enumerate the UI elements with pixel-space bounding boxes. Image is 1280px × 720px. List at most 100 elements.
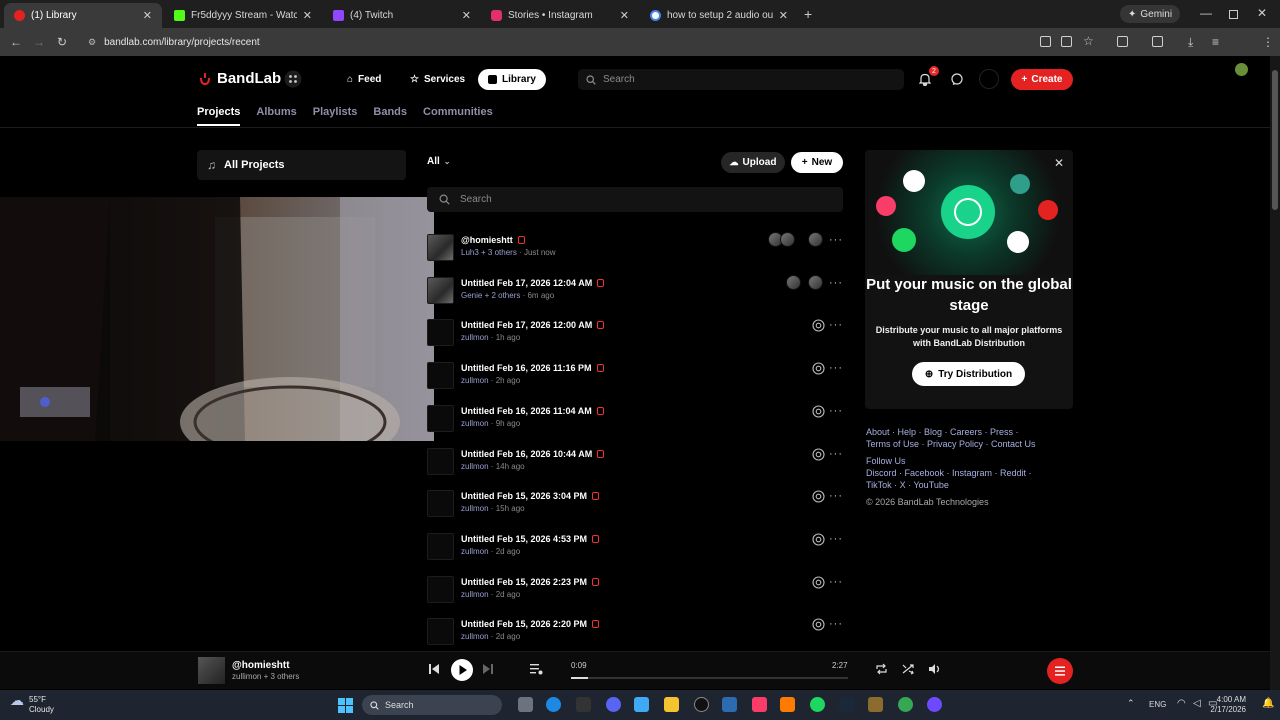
footer-line-social[interactable]: Discord · Facebook · Instagram · Reddit … bbox=[866, 467, 1076, 479]
user-avatar[interactable] bbox=[979, 69, 999, 89]
more-options-icon[interactable]: ··· bbox=[829, 405, 843, 417]
project-owner[interactable]: zullmon bbox=[461, 419, 489, 428]
notification-center-icon[interactable]: 🔔 bbox=[1262, 698, 1274, 709]
now-playing-artwork[interactable] bbox=[198, 657, 225, 684]
minimize-button[interactable]: — bbox=[1200, 6, 1212, 20]
nav-library[interactable]: Library bbox=[478, 69, 546, 90]
more-options-icon[interactable]: ··· bbox=[829, 618, 843, 630]
project-row[interactable]: Untitled Feb 17, 2026 12:00 AM zullmon · … bbox=[427, 319, 843, 355]
spotify-icon[interactable] bbox=[810, 697, 825, 712]
distribution-icon[interactable] bbox=[812, 533, 825, 546]
project-row[interactable]: Untitled Feb 16, 2026 11:04 AM zullmon · … bbox=[427, 404, 843, 441]
project-row[interactable]: Untitled Feb 15, 2026 4:53 PM zullmon · 2… bbox=[427, 532, 843, 569]
tab-albums[interactable]: Albums bbox=[256, 106, 296, 126]
browser-menu-icon[interactable]: ⋮ bbox=[1262, 35, 1274, 49]
messages-icon[interactable] bbox=[951, 73, 963, 85]
collaborator-avatar[interactable] bbox=[780, 232, 795, 247]
nav-feed[interactable]: ⌂ Feed bbox=[337, 69, 391, 90]
project-row[interactable]: Untitled Feb 16, 2026 10:44 AM zullmon · … bbox=[427, 447, 843, 484]
close-icon[interactable]: ✕ bbox=[1054, 156, 1064, 170]
project-row[interactable]: Untitled Feb 15, 2026 3:04 PM zullmon · 1… bbox=[427, 490, 843, 526]
project-owner[interactable]: zullmon bbox=[461, 590, 489, 599]
profile-avatar[interactable] bbox=[1235, 63, 1248, 76]
close-icon[interactable]: ✕ bbox=[303, 9, 312, 22]
extensions-icon[interactable] bbox=[1117, 36, 1128, 47]
distribution-icon[interactable] bbox=[812, 490, 825, 503]
project-title[interactable]: Untitled Feb 15, 2026 3:04 PM bbox=[461, 491, 587, 501]
tab-twitch[interactable]: (4) Twitch ✕ bbox=[323, 3, 481, 28]
tab-google-search[interactable]: how to setup 2 audio outputs w ✕ bbox=[640, 3, 798, 28]
windows-start-icon[interactable] bbox=[338, 698, 353, 713]
distribution-icon[interactable] bbox=[812, 576, 825, 589]
distribution-icon[interactable] bbox=[812, 618, 825, 631]
download-icon[interactable]: ⤓ bbox=[1188, 35, 1193, 50]
progress-track[interactable] bbox=[571, 677, 848, 679]
taskbar-search[interactable]: Search bbox=[362, 695, 502, 715]
collaborator-avatar[interactable] bbox=[786, 274, 801, 290]
media-controls-icon[interactable]: ≡ bbox=[1212, 35, 1219, 49]
project-row[interactable]: Untitled Feb 17, 2026 12:04 AM Genie + 2 … bbox=[427, 274, 843, 313]
project-owner[interactable]: Genie + 2 others bbox=[461, 291, 520, 300]
project-row[interactable]: Untitled Feb 16, 2026 11:16 PM zullmon · … bbox=[427, 362, 843, 398]
reload-icon[interactable]: ↻ bbox=[57, 35, 67, 49]
project-thumbnail[interactable] bbox=[427, 362, 454, 390]
wifi-icon[interactable]: ◠ bbox=[1177, 698, 1186, 709]
player-menu-button[interactable] bbox=[1047, 658, 1073, 684]
project-owner[interactable]: zullmon bbox=[461, 632, 489, 641]
distribution-icon[interactable] bbox=[812, 447, 825, 461]
tab-kick-stream[interactable]: Fr5ddyyy Stream - Watch Live o ✕ bbox=[164, 3, 322, 28]
tray-chevron-up-icon[interactable]: ⌃ bbox=[1127, 698, 1135, 709]
steam-icon[interactable] bbox=[839, 697, 854, 712]
project-thumbnail[interactable] bbox=[427, 404, 454, 432]
tab-projects[interactable]: Projects bbox=[197, 106, 241, 126]
soundcloud-icon[interactable] bbox=[780, 697, 795, 712]
nav-services[interactable]: ☆ Services bbox=[400, 69, 475, 90]
play-button[interactable] bbox=[451, 659, 473, 681]
site-info-icon[interactable]: ⚙ bbox=[88, 37, 96, 48]
tab-instagram[interactable]: Stories • Instagram ✕ bbox=[481, 3, 639, 28]
project-title[interactable]: Untitled Feb 16, 2026 11:04 AM bbox=[461, 406, 592, 416]
apple-music-icon[interactable] bbox=[752, 697, 767, 712]
volume-icon[interactable] bbox=[928, 663, 941, 675]
project-title[interactable]: @homieshtt bbox=[461, 235, 513, 245]
project-title[interactable]: Untitled Feb 15, 2026 2:20 PM bbox=[461, 619, 587, 629]
speaker-icon[interactable]: ◁ bbox=[1193, 698, 1201, 709]
store-icon[interactable] bbox=[722, 697, 737, 712]
upload-button[interactable]: ☁ Upload bbox=[721, 152, 785, 173]
reader-icon[interactable] bbox=[1040, 36, 1051, 47]
window-close-button[interactable]: ✕ bbox=[1257, 6, 1267, 20]
new-project-button[interactable]: + New bbox=[791, 152, 843, 173]
sidebar-item-all-projects[interactable]: ♫ All Projects bbox=[197, 150, 406, 180]
project-thumbnail[interactable] bbox=[427, 447, 454, 475]
global-search-input[interactable]: Search bbox=[578, 69, 904, 90]
app-icon[interactable] bbox=[868, 697, 883, 712]
app-icon-purple[interactable] bbox=[927, 697, 942, 712]
close-icon[interactable]: ✕ bbox=[779, 9, 788, 22]
split-view-icon[interactable] bbox=[1152, 36, 1163, 47]
language-indicator[interactable]: ENG bbox=[1149, 700, 1166, 709]
footer-line-social-2[interactable]: TikTok · X · YouTube bbox=[866, 479, 1076, 491]
tab-bands[interactable]: Bands bbox=[373, 106, 407, 126]
project-title[interactable]: Untitled Feb 16, 2026 10:44 AM bbox=[461, 449, 592, 459]
screen-share-icon[interactable] bbox=[1061, 36, 1072, 47]
discord-icon[interactable] bbox=[606, 697, 621, 712]
scrollbar-thumb[interactable] bbox=[1272, 70, 1278, 210]
footer-line-about[interactable]: About · Help · Blog · Careers · Press · bbox=[866, 426, 1076, 438]
notifications-bell-icon[interactable] bbox=[919, 73, 931, 86]
distribution-icon[interactable] bbox=[812, 405, 825, 418]
project-thumbnail[interactable] bbox=[427, 532, 454, 560]
more-options-icon[interactable]: ··· bbox=[829, 448, 843, 460]
close-icon[interactable]: ✕ bbox=[462, 9, 471, 22]
project-owner[interactable]: zullmon bbox=[461, 333, 489, 342]
project-thumbnail[interactable] bbox=[427, 234, 454, 261]
tab-communities[interactable]: Communities bbox=[423, 106, 493, 126]
project-owner[interactable]: Luh3 + 3 others bbox=[461, 248, 517, 257]
system-clock[interactable]: 4:00 AM 2/17/2026 bbox=[1210, 695, 1246, 715]
create-button[interactable]: + Create bbox=[1011, 69, 1073, 90]
more-options-icon[interactable]: ··· bbox=[829, 319, 843, 331]
bookmark-star-icon[interactable]: ☆ bbox=[1083, 34, 1094, 48]
project-thumbnail[interactable] bbox=[427, 276, 454, 304]
more-options-icon[interactable]: ··· bbox=[829, 576, 843, 588]
back-arrow-icon[interactable]: ← bbox=[10, 35, 22, 49]
collaborator-avatar[interactable] bbox=[808, 274, 823, 290]
